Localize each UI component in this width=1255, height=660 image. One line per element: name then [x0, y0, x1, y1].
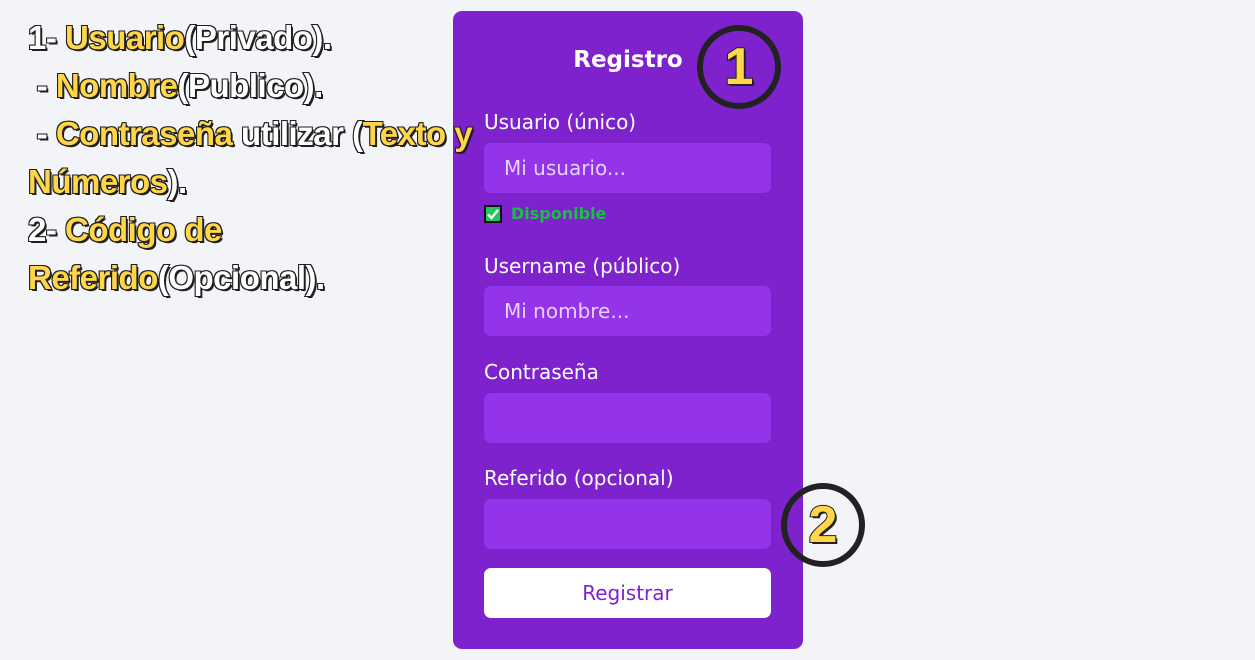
usuario-label: Usuario (único) [484, 110, 637, 134]
highlight-text: Contraseña [55, 114, 234, 153]
annotation-line: Números). [27, 158, 472, 206]
annotation-segment: - [28, 66, 56, 105]
annotation-line: - Contraseña utilizar (Texto y [28, 110, 474, 158]
usuario-input[interactable] [484, 143, 771, 193]
highlight-text: Código de [64, 210, 223, 249]
annotation-segment: 1- [27, 18, 66, 57]
highlight-text: Usuario [64, 18, 186, 57]
register-button[interactable]: Registrar [484, 568, 771, 618]
availability-status: Disponible [484, 204, 606, 223]
annotation-segment: utilizar ( [232, 114, 364, 153]
annotation-segment: 2- [27, 210, 66, 249]
annotation-line: 2- Código de [27, 206, 472, 254]
annotation-segment: (Publico). [177, 66, 325, 105]
annotation-text: 1- Usuario(Privado). - Nombre(Publico). … [27, 14, 474, 302]
referido-input[interactable] [484, 499, 771, 549]
username-label: Username (público) [484, 254, 681, 278]
highlight-text: Números [27, 162, 169, 201]
password-label: Contraseña [484, 360, 599, 384]
annotation-segment: (Opcional). [157, 258, 326, 297]
annotation-line: - Nombre(Publico). [28, 62, 472, 110]
check-icon [484, 204, 502, 223]
annotation-line: 1- Usuario(Privado). [27, 14, 472, 62]
badge-number-two: 2 [781, 483, 865, 567]
annotation-segment: - [28, 114, 56, 153]
referido-label: Referido (opcional) [484, 466, 674, 490]
availability-text: Disponible [511, 204, 607, 223]
annotation-line: Referido(Opcional). [27, 254, 472, 302]
highlight-text: Texto y [362, 114, 474, 153]
annotation-segment: ). [167, 162, 189, 201]
highlight-text: Nombre [55, 66, 179, 105]
badge-number-one: 1 [697, 25, 781, 109]
username-input[interactable] [484, 286, 771, 336]
annotation-segment: (Privado). [183, 18, 333, 57]
highlight-text: Referido [27, 258, 159, 297]
password-input[interactable] [484, 393, 771, 443]
